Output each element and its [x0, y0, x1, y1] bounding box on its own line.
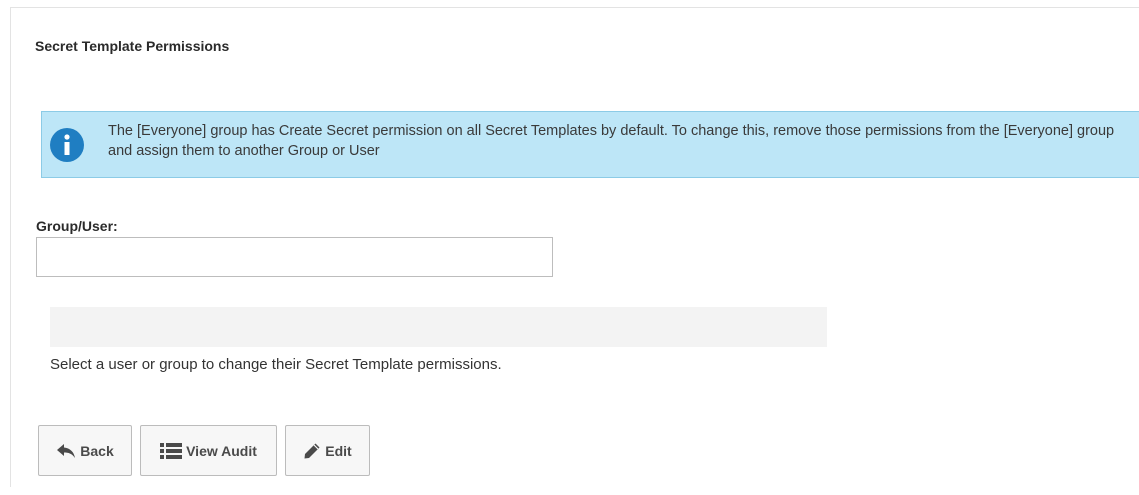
pencil-icon [303, 442, 321, 460]
edit-button[interactable]: Edit [285, 425, 370, 476]
page-title: Secret Template Permissions [35, 38, 230, 54]
info-icon [50, 128, 84, 162]
group-user-input[interactable] [36, 237, 553, 277]
back-button[interactable]: Back [38, 425, 132, 476]
list-icon [160, 442, 183, 459]
info-alert: The [Everyone] group has Create Secret p… [41, 111, 1139, 178]
help-text: Select a user or group to change their S… [50, 356, 502, 373]
view-audit-button-label: View Audit [186, 442, 257, 459]
back-button-label: Back [80, 442, 114, 459]
view-audit-button[interactable]: View Audit [140, 425, 277, 476]
group-user-label: Group/User: [36, 218, 118, 234]
reply-arrow-icon [56, 443, 76, 459]
permissions-placeholder [50, 307, 827, 347]
alert-message: The [Everyone] group has Create Secret p… [108, 123, 1115, 159]
edit-button-label: Edit [325, 442, 352, 459]
